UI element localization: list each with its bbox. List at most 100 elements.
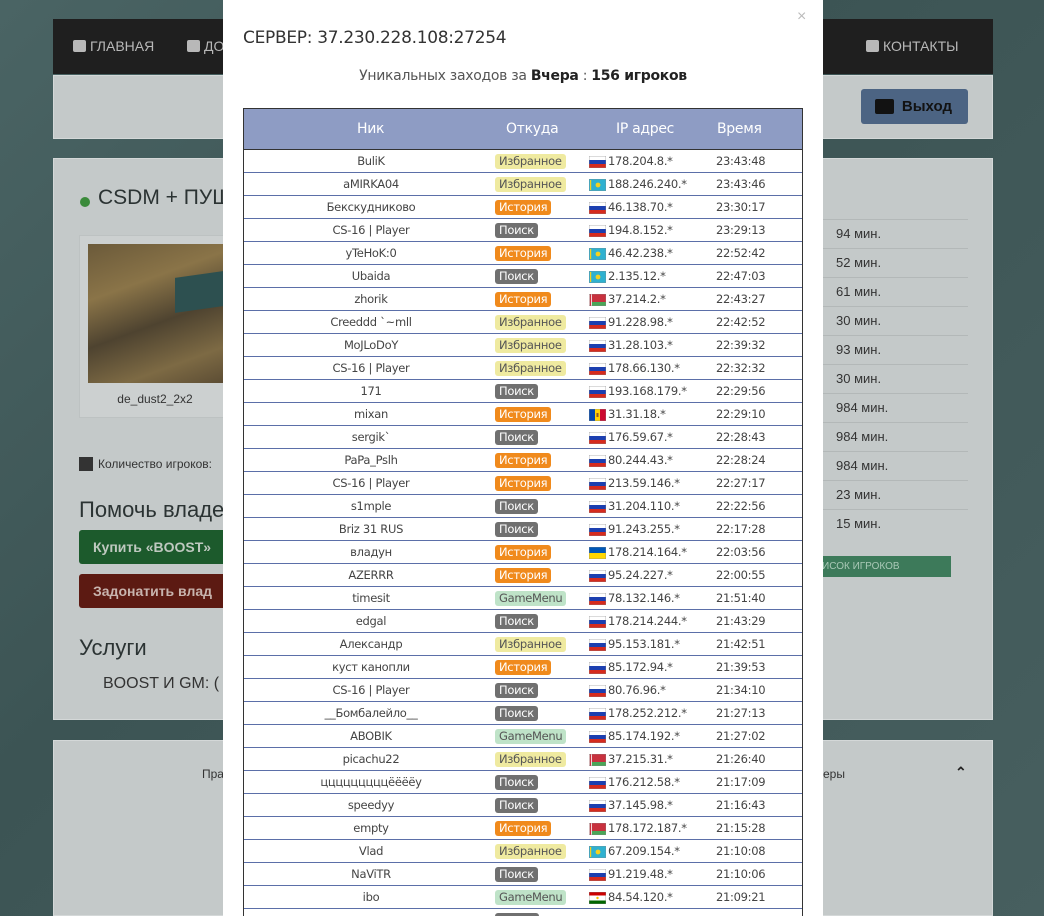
table-row: Ubaida Поиск 2.135.12.* 22:47:03 [244, 265, 802, 288]
visit-time: 21:43:29 [716, 614, 766, 628]
donate-button[interactable]: Задонатить влад [79, 574, 229, 608]
flag-icon [589, 202, 606, 214]
table-row: PaPa_Pslh История 80.244.43.* 22:28:24 [244, 449, 802, 472]
player-nick: edgal [355, 614, 387, 628]
player-nick: PaPa_Pslh [344, 453, 398, 467]
player-ip: 176.212.58.* [608, 775, 680, 789]
visit-time: 21:27:13 [716, 706, 766, 720]
source-badge: Поиск [495, 867, 538, 882]
table-row: BuliK Избранное 178.204.8.* 23:43:48 [244, 150, 802, 173]
player-nick: picachu22 [342, 752, 400, 766]
flag-icon [589, 340, 606, 352]
source-badge: Поиск [495, 798, 538, 813]
player-nick: NaViTR [351, 867, 391, 881]
player-ip: 37.145.98.* [608, 798, 673, 812]
source-badge: Поиск [495, 706, 538, 721]
player-nick: ABOBIK [350, 729, 392, 743]
table-row: куст канопли История 85.172.94.* 21:39:53 [244, 656, 802, 679]
flag-icon [589, 409, 606, 421]
table-row: Creeddd `~mll Избранное 91.228.98.* 22:42:5… [244, 311, 802, 334]
nav-contacts[interactable]: КОНТАКТЫ [866, 19, 959, 74]
modal-title: СЕРВЕР: 37.230.228.108:27254 [243, 28, 507, 48]
map-name: de_dust2_2x2 [117, 392, 193, 406]
player-nick: empty [353, 821, 389, 835]
visit-time: 22:03:56 [716, 545, 766, 559]
player-ip: 91.219.48.* [608, 867, 673, 881]
flag-icon [589, 593, 606, 605]
unique-count: 156 игроков [591, 68, 687, 84]
player-ip: 85.174.192.* [608, 729, 680, 743]
nav-add[interactable]: ДО [187, 19, 224, 74]
player-nick: yTeHoK:0 [345, 246, 397, 260]
visit-time: 21:26:40 [716, 752, 766, 766]
nav-home[interactable]: ГЛАВНАЯ [73, 19, 154, 74]
player-nick: aMIRKA04 [343, 177, 399, 191]
table-row: NaViTR Поиск 91.219.48.* 21:10:06 [244, 863, 802, 886]
player-ip: 95.153.181.* [608, 637, 680, 651]
table-row: speedyy Поиск 37.145.98.* 21:16:43 [244, 794, 802, 817]
nav-contacts-label: КОНТАКТЫ [883, 38, 959, 54]
source-badge: История [495, 660, 552, 675]
player-ip: 176.59.67.* [608, 430, 673, 444]
right-time-item: 61 мин. [836, 284, 882, 299]
source-badge: GameMenu [495, 890, 567, 905]
player-ip: 37.214.2.* [608, 292, 666, 306]
players-list-button[interactable]: ИСОК ИГРОКОВ [820, 556, 951, 577]
player-nick: MoJLoDoY [343, 338, 399, 352]
table-row: mixan История 31.31.18.* 22:29:10 [244, 403, 802, 426]
table-row: yTeHoK:0 История 46.42.238.* 22:52:42 [244, 242, 802, 265]
table-row: __Бомбалейло__ Поиск 178.252.212.* 21:27:13 [244, 702, 802, 725]
flag-icon [589, 547, 606, 559]
buy-boost-button[interactable]: Купить «BOOST» [79, 530, 229, 564]
right-time-item: 52 мин. [836, 255, 882, 270]
flag-icon [589, 708, 606, 720]
flag-icon [589, 524, 606, 536]
player-nick: куст канопли [332, 660, 410, 674]
visit-time: 21:16:43 [716, 798, 766, 812]
close-icon[interactable]: × [797, 8, 806, 26]
player-ip: 95.24.227.* [608, 568, 673, 582]
player-nick: Бекскудниково [326, 200, 416, 214]
player-nick: BuliK [357, 154, 385, 168]
flag-icon [589, 846, 606, 858]
exit-button[interactable]: Выход [861, 89, 968, 124]
player-nick: ibo [362, 890, 380, 904]
table-row: 171 Поиск 193.168.179.* 22:29:56 [244, 380, 802, 403]
right-divider [823, 509, 968, 510]
table-row: zhorik История 37.214.2.* 22:43:27 [244, 288, 802, 311]
players-label-text: Количество игроков: [98, 457, 212, 471]
flag-icon [589, 432, 606, 444]
flag-icon [589, 685, 606, 697]
footer-right-text: еры [823, 767, 845, 781]
map-card: de_dust2_2x2 [79, 235, 230, 418]
player-ip: 37.215.31.* [608, 752, 673, 766]
help-owner-title: Помочь владел [79, 497, 237, 522]
col-time: Время [717, 121, 762, 137]
visit-time: 21:39:53 [716, 660, 766, 674]
flag-icon [589, 179, 606, 191]
source-badge: Поиск [495, 522, 538, 537]
player-ip: 67.209.154.* [608, 844, 680, 858]
player-ip: 85.172.94.* [608, 660, 673, 674]
player-ip: 46.42.238.* [608, 246, 673, 260]
source-badge: История [495, 453, 552, 468]
table-row: CS-16 | Player История 213.59.146.* 22:27:1… [244, 472, 802, 495]
players-count-label: Количество игроков: [79, 457, 212, 471]
player-nick: sergik` [351, 430, 391, 444]
player-ip: 84.54.120.* [608, 890, 673, 904]
player-ip: 31.28.103.* [608, 338, 673, 352]
table-row: AZERRR История 95.24.227.* 22:00:55 [244, 564, 802, 587]
flag-icon [589, 455, 606, 467]
player-icon [79, 457, 93, 471]
visit-time: 22:17:28 [716, 522, 766, 536]
player-nick: CS-16 | Player [332, 683, 410, 697]
player-nick: timesit [352, 591, 390, 605]
source-badge: Избранное [495, 752, 566, 767]
table-row: ibo GameMenu 84.54.120.* 21:09:21 [244, 886, 802, 909]
chevron-up-icon[interactable]: ⌃ [955, 764, 967, 781]
online-status-dot [80, 197, 90, 207]
player-nick: CS-16 | Player [332, 476, 410, 490]
visit-time: 22:32:32 [716, 361, 766, 375]
visit-time: 22:52:42 [716, 246, 766, 260]
players-table: Ник Откуда IP адрес Время BuliK Избранное… [243, 108, 803, 916]
